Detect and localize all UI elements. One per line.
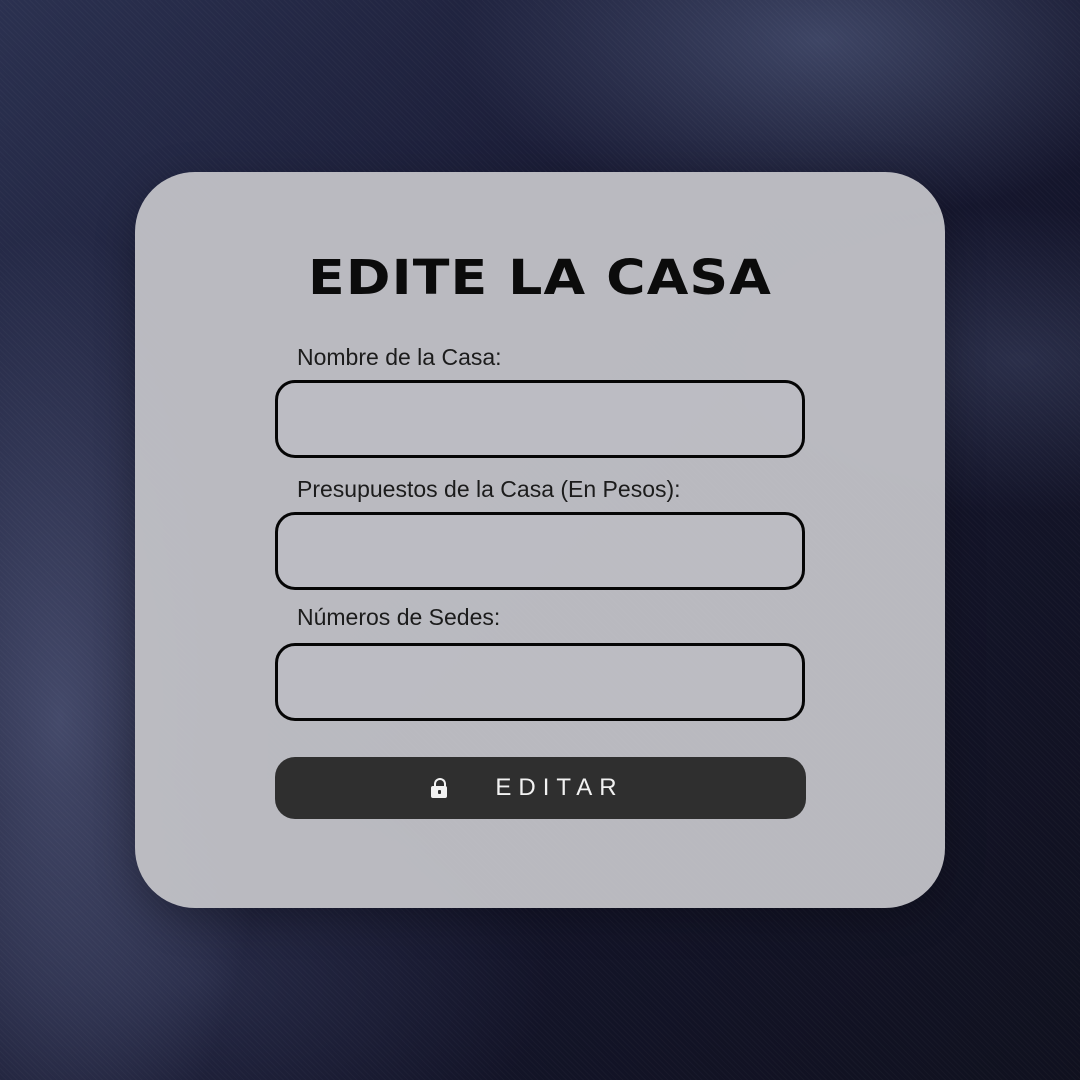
house-budget-label: Presupuestos de la Casa (En Pesos): [297,476,681,502]
branch-count-input[interactable] [278,646,802,718]
edit-button[interactable]: EDITAR [275,757,806,819]
edit-button-label: EDITAR [495,774,624,801]
house-name-field[interactable] [275,380,805,458]
form-title: EDITE LA CASA [308,250,772,306]
house-name-input[interactable] [278,383,802,455]
house-budget-field[interactable] [275,512,805,590]
edit-house-card: EDITE LA CASA Nombre de la Casa: Presupu… [135,172,945,908]
lock-icon [431,778,448,798]
house-budget-input[interactable] [278,515,802,587]
branch-count-field[interactable] [275,643,805,721]
house-name-label: Nombre de la Casa: [297,344,502,370]
branch-count-label: Números de Sedes: [297,604,501,630]
